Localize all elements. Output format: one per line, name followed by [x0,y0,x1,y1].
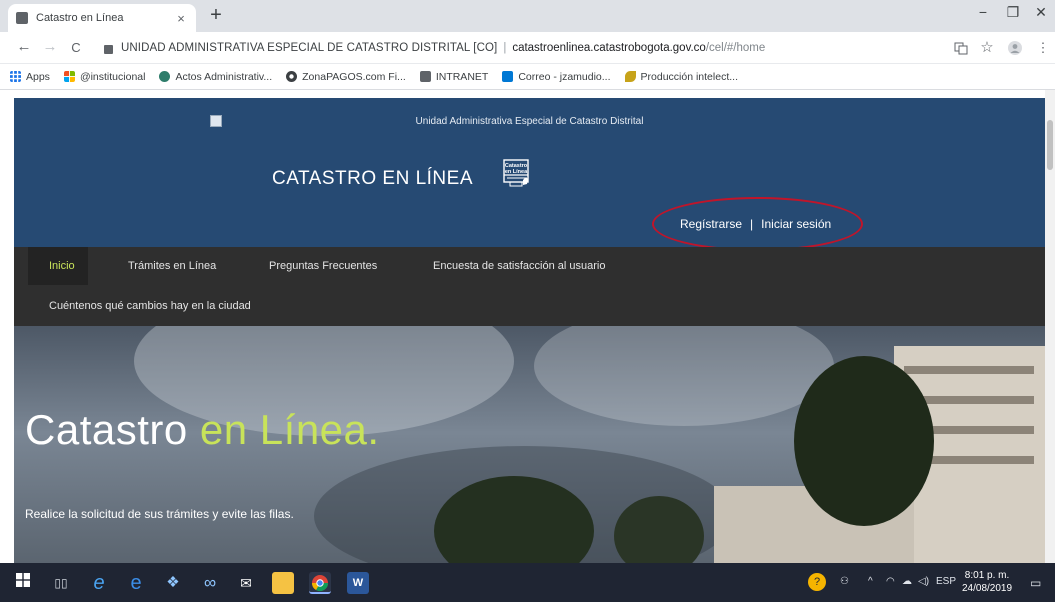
clock-date: 24/08/2019 [962,583,1013,594]
url-path: /cel/#/home [705,42,766,54]
dropbox-icon[interactable]: ❖ [162,572,184,594]
wifi-icon[interactable]: ◠ [886,576,895,587]
windows-start-icon[interactable] [12,572,34,594]
chrome-icon [286,71,298,82]
url-separator: | [503,42,507,54]
hero-title: Catastro en Línea. [25,406,380,454]
nav-inicio[interactable]: Inicio [49,260,75,272]
site-header: Unidad Administrativa Especial de Catast… [14,98,1045,251]
mail-icon[interactable]: ✉ [235,572,257,594]
bookmark-label: @institucional [79,70,146,83]
notifications-icon[interactable]: ▭ [1030,576,1041,590]
site-favicon-icon [16,12,28,24]
tree-image [794,356,934,526]
bookmark-label: Actos Administrativ... [175,70,273,83]
intranet-icon [419,71,431,82]
bookmark-label: Correo - jzamudio... [518,70,611,83]
menu-icon[interactable]: ⋮ [1036,41,1050,55]
forward-button[interactable]: → [40,38,60,55]
clock-time: 8:01 p. m. [964,570,1010,581]
bookmark-label: INTRANET [435,70,489,83]
lock-icon[interactable] [104,44,113,54]
outlook-icon [502,71,514,82]
profile-icon[interactable] [1008,41,1022,55]
bookmark-correo[interactable]: Correo - jzamudio... [502,70,611,83]
address-bar[interactable]: UNIDAD ADMINISTRATIVA ESPECIAL DE CATAST… [94,36,994,60]
onedrive-icon[interactable]: ☁ [902,576,912,587]
reload-button[interactable]: C [66,40,86,55]
leaf-icon [624,71,636,82]
file-explorer-icon[interactable] [272,572,294,594]
word-icon[interactable]: W [347,572,369,594]
restore-button[interactable]: ❐ [998,4,1028,21]
bookmark-label: Producción intelect... [640,70,738,83]
system-clock[interactable]: 8:01 p. m. 24/08/2019 [962,569,1012,595]
browser-toolbar: ← → C UNIDAD ADMINISTRATIVA ESPECIAL DE … [0,32,1055,64]
hero-banner: Catastro en Línea. Realice la solicitud … [14,326,1045,563]
web-page: Unidad Administrativa Especial de Catast… [14,98,1045,563]
star-icon[interactable]: ☆ [980,40,994,55]
nav-preguntas-frecuentes[interactable]: Preguntas Frecuentes [269,260,377,272]
main-navigation: Inicio Trámites en Línea Preguntas Frecu… [14,247,1045,326]
globe-icon [159,71,171,82]
back-button[interactable]: ← [14,38,34,55]
tab-title: Catastro en Línea [36,12,124,24]
tab-close-icon[interactable]: × [174,11,188,26]
bookmark-zonapagos[interactable]: ZonaPAGOS.com Fi... [286,71,406,83]
nav-tramites-en-linea[interactable]: Trámites en Línea [128,260,216,272]
new-tab-button[interactable]: + [205,5,227,27]
entity-name: Unidad Administrativa Especial de Catast… [415,116,644,127]
apps-icon [10,71,21,82]
close-window-button[interactable]: ✕ [1026,4,1055,21]
hero-title-part1: Catastro [25,406,188,453]
volume-icon[interactable]: ◁) [918,576,929,587]
help-icon[interactable]: ? [808,573,826,591]
nav-encuesta-satisfaccion[interactable]: Encuesta de satisfacción al usuario [433,260,605,272]
bookmark-label: Apps [26,70,50,83]
edge-icon[interactable]: e [125,572,147,594]
logo-text-2: en Línea [505,169,528,175]
bookmarks-bar: Apps @institucional Actos Administrativ.… [0,64,1055,90]
url-host: catastroenlinea.catastrobogota.gov.co [512,42,706,54]
translate-icon[interactable] [954,41,968,55]
red-annotation-ellipse [652,197,863,251]
bookmark-intranet[interactable]: INTRANET [419,70,489,83]
bookmark-label: ZonaPAGOS.com Fi... [302,70,406,83]
chrome-taskbar-icon[interactable] [309,572,331,594]
nav-cuentenos-cambios[interactable]: Cuéntenos qué cambios hay en la ciudad [49,300,251,312]
show-hidden-icons-icon[interactable]: ^ [868,576,873,587]
catastro-logo-icon[interactable]: Catastro en Línea [496,158,536,190]
hero-subtitle: Realice la solicitud de sus trámites y e… [25,507,294,521]
task-view-icon[interactable]: ▯▯ [50,572,72,594]
infinity-icon[interactable]: ∞ [199,572,221,594]
scrollbar-thumb[interactable] [1047,120,1053,170]
bookmark-actos-administrativos[interactable]: Actos Administrativ... [159,71,272,83]
hero-title-part2: en Línea. [199,406,380,453]
people-icon[interactable]: ⚇ [840,576,849,587]
site-brand[interactable]: CATASTRO EN LÍNEA [272,168,473,190]
browser-tab[interactable]: Catastro en Línea × [8,4,196,32]
bookmark-produccion[interactable]: Producción intelect... [624,70,738,83]
bookmark-institucional[interactable]: @institucional [63,70,146,83]
internet-explorer-icon[interactable]: e [88,572,110,594]
windows-taskbar: ▯▯ e e ❖ ∞ ✉ W ? ⚇ ^ ◠ ☁ ◁) ESP 8:01 p. … [0,563,1055,602]
minimize-button[interactable]: − [968,4,998,20]
language-indicator[interactable]: ESP [936,576,956,587]
tab-strip: Catastro en Línea × + − ❐ ✕ [0,0,1055,32]
microsoft-icon [63,71,75,82]
bookmark-apps[interactable]: Apps [10,71,50,83]
certificate-org: UNIDAD ADMINISTRATIVA ESPECIAL DE CATAST… [121,42,498,54]
